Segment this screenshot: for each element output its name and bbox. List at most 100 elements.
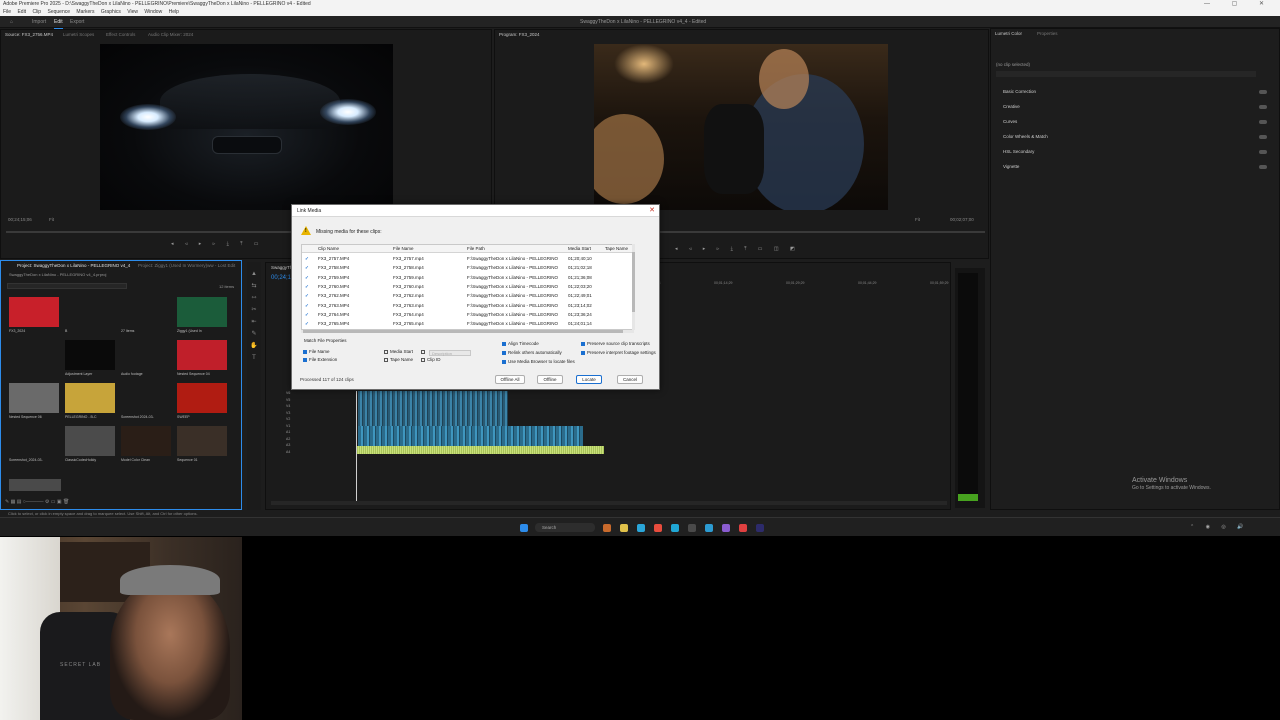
lumetri-color-wheels[interactable]: Color Wheels & Match <box>1003 134 1048 139</box>
project-item-thumbnail[interactable] <box>65 297 115 327</box>
project-item-thumbnail[interactable] <box>177 426 227 456</box>
project-item-thumbnail[interactable] <box>177 297 227 327</box>
menu-graphics[interactable]: Graphics <box>101 9 121 15</box>
source-timecode[interactable]: 00;24;15;06 <box>8 217 32 222</box>
system-tray-icons[interactable]: ⌃ ◉ ◎ 🔊 <box>1190 524 1248 530</box>
app-icon-3[interactable] <box>722 524 730 532</box>
menu-window[interactable]: Window <box>144 9 162 15</box>
app-icon-2[interactable] <box>705 524 713 532</box>
track-label[interactable]: V5 <box>286 398 290 402</box>
locate-button[interactable]: Locate <box>576 375 602 384</box>
project-item-thumbnail[interactable] <box>121 297 171 327</box>
lumetri-curves[interactable]: Curves <box>1003 119 1017 124</box>
track-label[interactable]: V1 <box>286 424 290 428</box>
project-item-thumbnail[interactable] <box>9 383 59 413</box>
row-check-icon[interactable]: ✓ <box>305 263 309 272</box>
col-media-start[interactable]: Media Start <box>568 245 591 253</box>
table-row[interactable]: ✓ FX3_2765.MP4 FX3_2765.mp4 F:\SwaggyTheDon… <box>302 319 633 328</box>
workspace-export[interactable]: Export <box>70 16 84 28</box>
project-search-input[interactable] <box>7 283 127 289</box>
video-clips-block[interactable] <box>358 391 508 426</box>
close-icon[interactable]: ✕ <box>648 207 656 215</box>
menu-clip[interactable]: Clip <box>32 9 41 15</box>
row-check-icon[interactable]: ✓ <box>305 282 309 291</box>
table-row[interactable]: ✓ FX3_2762.MP4 FX3_2762.mp4 F:\SwaggyTheDon… <box>302 291 633 300</box>
option-preserve-interpret[interactable]: Preserve interpret footage settings <box>581 350 656 356</box>
toggle-hsl-secondary[interactable] <box>1259 150 1267 154</box>
home-icon[interactable]: ⌂ <box>10 16 13 28</box>
project-item-thumbnail[interactable] <box>177 340 227 370</box>
option-file-name[interactable]: File Name <box>303 349 330 355</box>
table-row[interactable]: ✓ FX3_2757.MP4 FX3_2757.mp4 F:\SwaggyTheDon… <box>302 254 633 263</box>
video-clips-block-2[interactable] <box>358 426 583 448</box>
timeline-hscroll[interactable] <box>271 501 947 505</box>
menu-markers[interactable]: Markers <box>76 9 94 15</box>
workspace-import[interactable]: Import <box>32 16 46 28</box>
lumetri-creative[interactable]: Creative <box>1003 104 1020 109</box>
col-file-name[interactable]: File Name <box>393 245 414 253</box>
tab-source[interactable]: Source: FX3_2756.MP4 <box>5 32 53 37</box>
chrome-icon[interactable] <box>654 524 662 532</box>
project-footer-tools[interactable]: ✎ ▦ ▤ ○───── ⚙ ▭ ▣ 🗑 <box>5 499 235 505</box>
table-row[interactable]: ✓ FX3_2764.MP4 FX3_2764.mp4 F:\SwaggyTheDon… <box>302 310 633 319</box>
lumetri-clip-dropdown[interactable] <box>996 71 1256 77</box>
taskbar-app-icon[interactable] <box>603 524 611 532</box>
project-item-thumbnail[interactable] <box>121 383 171 413</box>
track-label[interactable]: V6 <box>286 391 290 395</box>
offline-all-button[interactable]: Offline All <box>495 375 525 384</box>
playhead[interactable] <box>356 391 357 501</box>
row-check-icon[interactable]: ✓ <box>305 319 309 328</box>
project-thumb-extra[interactable] <box>9 479 61 491</box>
table-row[interactable]: ✓ FX3_2763.MP4 FX3_2763.mp4 F:\SwaggyTheDon… <box>302 301 633 310</box>
project-item-thumbnail[interactable] <box>177 383 227 413</box>
col-tape-name[interactable]: Tape Name <box>605 245 628 253</box>
lumetri-hsl-secondary[interactable]: HSL Secondary <box>1003 149 1034 154</box>
workspace-edit[interactable]: Edit <box>54 16 63 29</box>
project-item-thumbnail[interactable] <box>65 340 115 370</box>
toggle-vignette[interactable] <box>1259 165 1267 169</box>
table-vscroll[interactable] <box>632 244 635 330</box>
program-transport-controls[interactable]: ◂ ◃ ▸ ▹ ⤓ ⤒ ▭ ◫ ◩ <box>675 246 855 252</box>
tab-lumetri-color[interactable]: Lumetri Color <box>995 31 1022 36</box>
premiere-icon[interactable] <box>756 524 764 532</box>
tab-program[interactable]: Program: FX3_2024 <box>499 32 540 37</box>
source-fit[interactable]: Fit <box>49 217 54 222</box>
table-row[interactable]: ✓ FX3_2760.MP4 FX3_2760.mp4 F:\SwaggyTheDon… <box>302 282 633 291</box>
file-explorer-icon[interactable] <box>620 524 628 532</box>
app-icon-4[interactable] <box>739 524 747 532</box>
row-check-icon[interactable]: ✓ <box>305 254 309 263</box>
audio-waveform-clip[interactable] <box>356 446 604 454</box>
menu-sequence[interactable]: Sequence <box>47 9 70 15</box>
taskbar-search[interactable]: Search <box>535 523 595 532</box>
option-tape-name[interactable]: Tape Name <box>384 357 413 363</box>
menu-file[interactable]: File <box>3 9 11 15</box>
source-transport-controls[interactable]: ◂ ◃ ▸ ▹ ⤓ ⤒ ▭ <box>171 241 311 247</box>
project-item-thumbnail[interactable] <box>121 426 171 456</box>
option-description[interactable] <box>421 349 427 355</box>
track-label[interactable]: A4 <box>286 450 290 454</box>
description-dropdown[interactable]: Description <box>429 350 471 356</box>
menu-edit[interactable]: Edit <box>17 9 26 15</box>
table-hscroll[interactable] <box>301 330 634 333</box>
track-label[interactable]: A3 <box>286 443 290 447</box>
menu-view[interactable]: View <box>127 9 138 15</box>
toggle-creative[interactable] <box>1259 105 1267 109</box>
project-item-thumbnail[interactable] <box>9 297 59 327</box>
project-item-thumbnail[interactable] <box>121 340 171 370</box>
cancel-button[interactable]: Cancel <box>617 375 643 384</box>
option-media-start[interactable]: Media Start <box>384 349 413 355</box>
offline-button[interactable]: Offline <box>537 375 563 384</box>
tab-audio-clip-mixer[interactable]: Audio Clip Mixer: 2024 <box>148 32 193 37</box>
project-item-thumbnail[interactable] <box>65 426 115 456</box>
option-align-timecode[interactable]: Align Timecode <box>502 341 539 347</box>
lumetri-basic-correction[interactable]: Basic Correction <box>1003 89 1036 94</box>
tab-properties[interactable]: Properties <box>1037 31 1058 36</box>
option-file-extension[interactable]: File Extension <box>303 357 337 363</box>
tool-icons[interactable]: ▲ ⇆ ⇿ ✂ ⇤ ✎ ✋ T <box>247 262 261 364</box>
row-check-icon[interactable]: ✓ <box>305 301 309 310</box>
table-row[interactable]: ✓ FX3_2758.MP4 FX3_2758.mp4 F:\SwaggyTheDon… <box>302 263 633 272</box>
toggle-color-wheels[interactable] <box>1259 135 1267 139</box>
option-use-media-browser[interactable]: Use Media Browser to locate files <box>502 359 575 365</box>
edge-icon[interactable] <box>637 524 645 532</box>
col-file-path[interactable]: File Path <box>467 245 485 253</box>
